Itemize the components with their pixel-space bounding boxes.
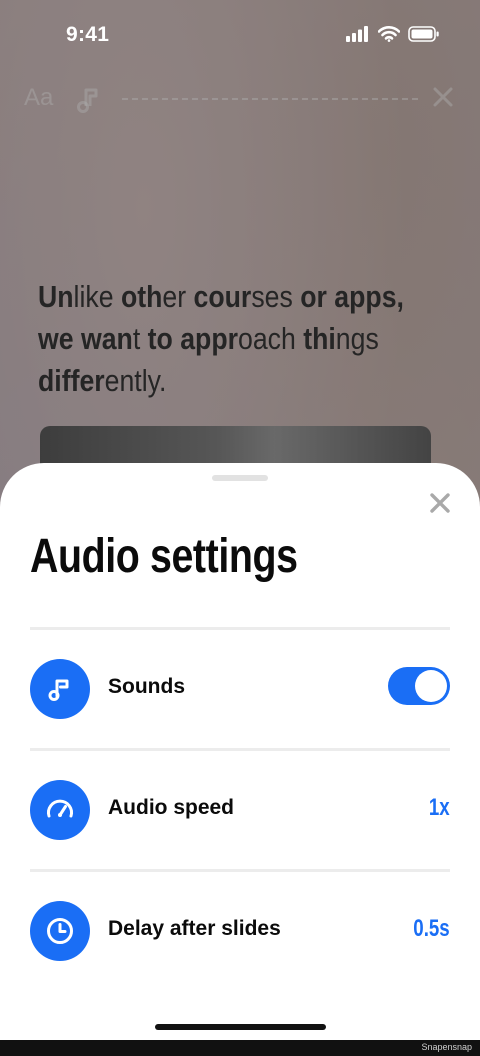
delay-after-slides-value[interactable]: 0.5s [414,915,450,943]
home-indicator [155,1024,326,1030]
divider [30,627,450,630]
status-time: 9:41 [66,23,110,46]
sheet-grabber[interactable] [212,475,268,481]
delay-after-slides-label: Delay after slides [108,917,281,940]
sounds-label: Sounds [108,675,185,698]
wifi-icon [377,26,401,47]
audio-speed-value[interactable]: 1x [429,794,450,822]
sheet-title: Audio settings [30,530,298,583]
status-bar: 9:41 [0,0,480,70]
footer-bar: Snapensnap [0,1040,480,1056]
cellular-signal-icon [346,26,370,47]
audio-speed-label: Audio speed [108,796,235,819]
audio-speed-row[interactable]: Audio speed 1x [30,780,450,840]
status-icons [346,26,440,47]
speedometer-icon [30,780,90,840]
battery-icon [408,26,440,47]
toggle-knob [415,670,447,702]
music-note-icon [30,659,90,719]
close-icon[interactable] [428,491,452,515]
divider [30,869,450,872]
audio-settings-sheet: Audio settings Sounds Audio speed 1x Del… [0,463,480,1040]
sounds-toggle[interactable] [388,667,450,705]
watermark: Snapensnap [421,1042,472,1052]
divider [30,748,450,751]
phone-screen: Aa Unlike other courses or apps, we want … [0,0,480,1040]
sounds-row[interactable]: Sounds [30,659,450,719]
clock-icon [30,901,90,961]
delay-after-slides-row[interactable]: Delay after slides 0.5s [30,901,450,961]
